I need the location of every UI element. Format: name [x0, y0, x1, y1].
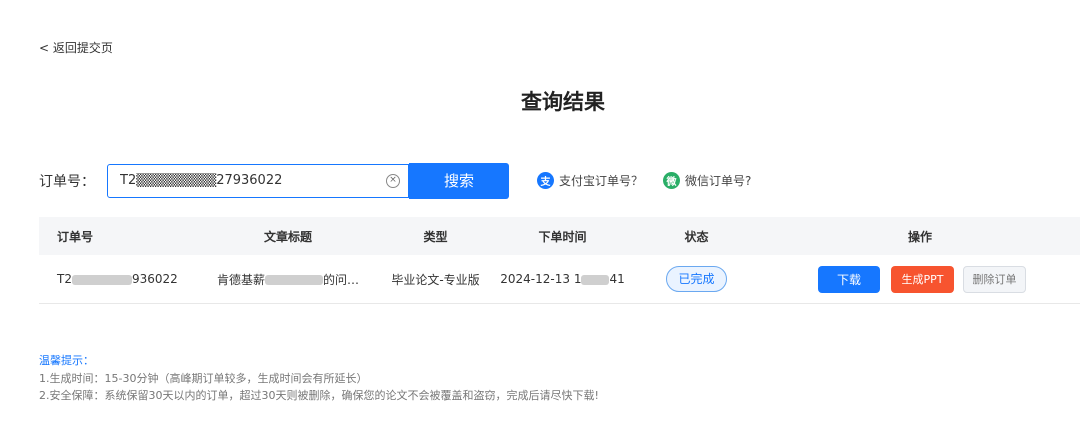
delete-order-button[interactable]: 删除订单 — [963, 265, 1026, 293]
header-type: 类型 — [423, 229, 448, 244]
tips-line-1: 1.生成时间：15-30分钟（高峰期订单较多，生成时间会有所延长） — [39, 371, 368, 385]
order-number-input[interactable] — [118, 172, 386, 189]
download-button[interactable]: 下载 — [818, 265, 880, 293]
order-number-label: 订单号： — [39, 173, 95, 190]
page-title: 查询结果 — [521, 90, 605, 114]
header-order-time: 下单时间 — [538, 229, 587, 244]
status-badge: 已完成 — [666, 266, 727, 292]
order-time-suffix: 41 — [609, 272, 625, 286]
article-title-suffix: 的问… — [323, 272, 360, 287]
alipay-order-help-link[interactable]: 支 支付宝订单号？ — [537, 172, 643, 189]
tips-title: 温馨提示： — [39, 354, 94, 367]
order-time-prefix: 2024-12-13 1 — [500, 272, 582, 286]
cell-actions: 下载 生成PPT 删除订单 — [760, 265, 1080, 293]
alipay-link-label: 支付宝订单号？ — [559, 174, 644, 188]
tips-line-2: 2.安全保障：系统保留30天以内的订单，超过30天则被删除，确保您的论文不会被覆… — [39, 389, 599, 402]
cell-status: 已完成 — [633, 266, 760, 292]
header-actions: 操作 — [907, 229, 932, 244]
article-title-prefix: 肯德基薪 — [216, 272, 265, 287]
order-number-prefix: T2 — [57, 272, 72, 286]
search-field[interactable]: × — [107, 163, 409, 198]
redacted-blur — [581, 274, 610, 285]
wechat-link-label: 微信订单号? — [685, 174, 752, 188]
header-article-title: 文章标题 — [263, 229, 312, 244]
cell-article-title: 肯德基薪 的问… — [197, 271, 379, 288]
alipay-icon: 支 — [537, 172, 554, 189]
search-bar: 订单号： × 搜索 支 支付宝订单号？ 微 微信订单号? — [39, 162, 751, 199]
redacted-blur — [71, 274, 132, 285]
redacted-blur — [265, 275, 323, 285]
cell-order-time: 2024-12-13 1 41 — [492, 272, 633, 286]
header-status: 状态 — [684, 229, 709, 244]
clear-circle-icon[interactable]: × — [386, 173, 400, 188]
results-table: 订单号 文章标题 类型 下单时间 状态 操作 T2 936022 肯德基薪 的问… … — [39, 217, 1080, 304]
generate-ppt-button[interactable]: 生成PPT — [891, 265, 954, 293]
wechat-order-help-link[interactable]: 微 微信订单号? — [663, 172, 751, 189]
header-order-number: 订单号 — [57, 229, 94, 244]
back-link[interactable]: < 返回提交页 — [39, 39, 113, 56]
order-number-suffix: 936022 — [131, 272, 178, 286]
search-button[interactable]: 搜索 — [409, 162, 509, 199]
table-row: T2 936022 肯德基薪 的问… 毕业论文-专业版 2024-12-13 1 41… — [39, 255, 1080, 304]
tips-section: 温馨提示： 1.生成时间：15-30分钟（高峰期订单较多，生成时间会有所延长） … — [39, 352, 599, 405]
cell-order-number: T2 936022 — [39, 272, 197, 286]
wechat-icon: 微 — [663, 172, 681, 189]
table-header: 订单号 文章标题 类型 下单时间 状态 操作 — [39, 217, 1080, 255]
cell-type: 毕业论文-专业版 — [391, 272, 480, 287]
